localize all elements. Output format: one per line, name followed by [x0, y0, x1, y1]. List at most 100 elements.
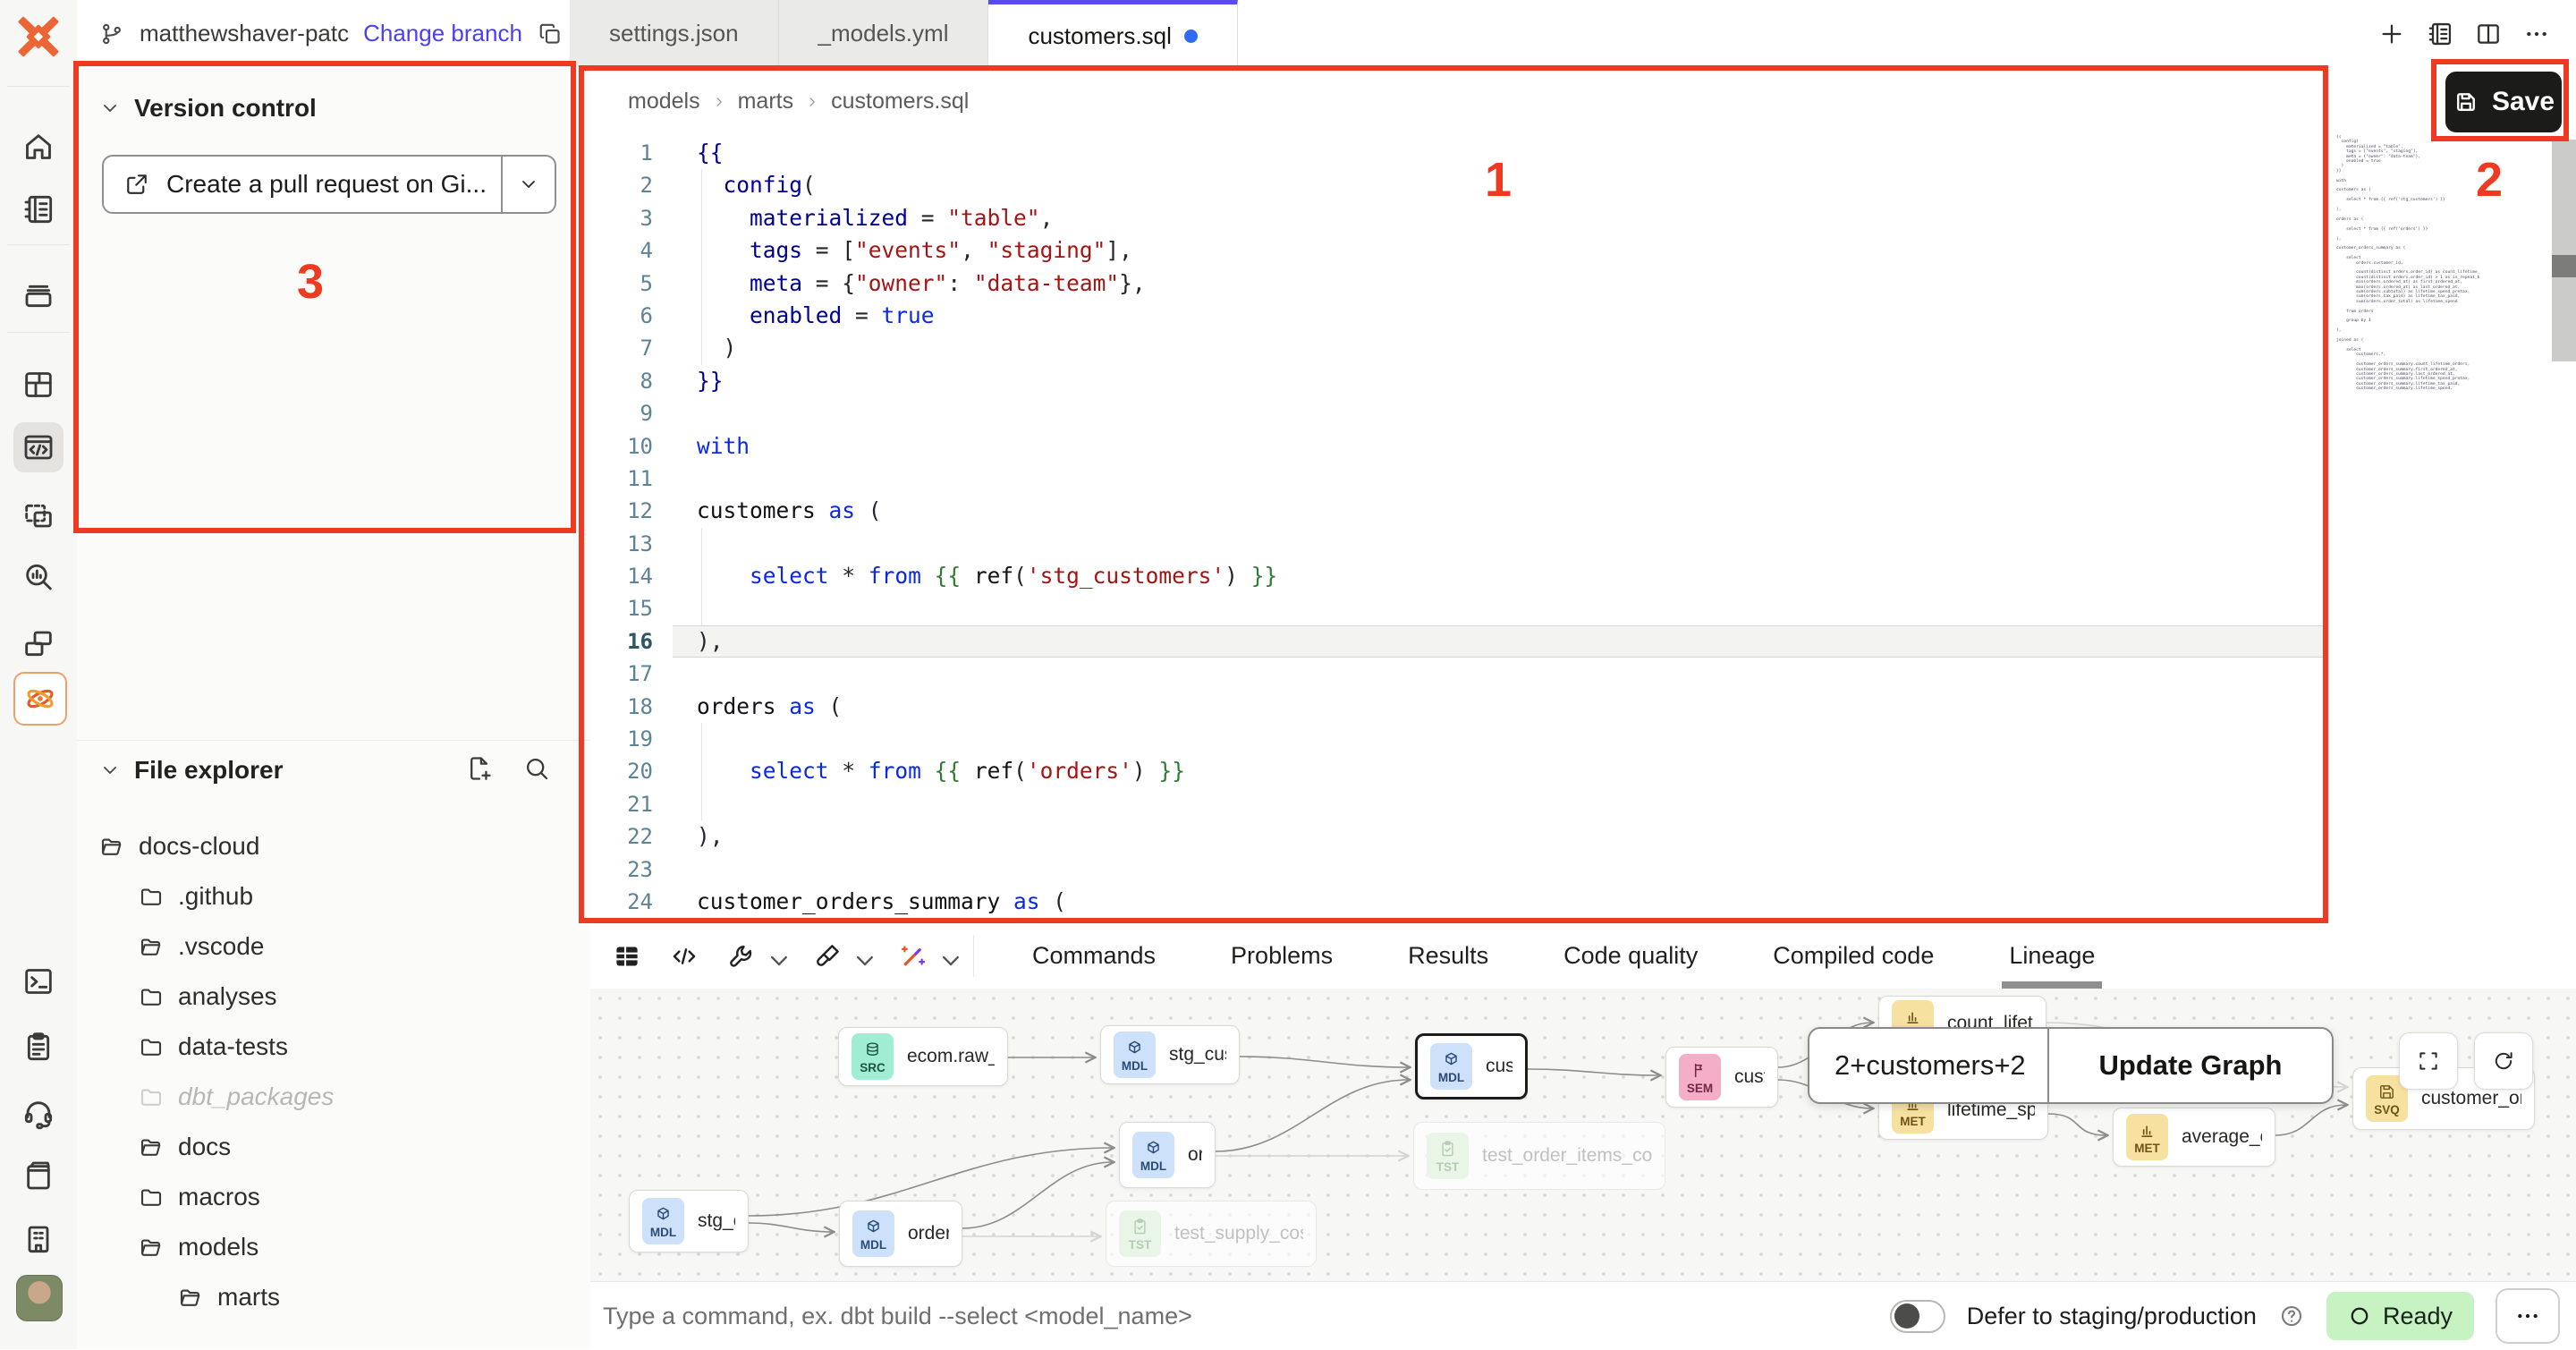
- format-code-button[interactable]: [812, 941, 871, 972]
- code-line[interactable]: 2 config(: [590, 169, 2327, 201]
- lineage-node-stg-orders[interactable]: MDL stg_orders: [629, 1190, 749, 1252]
- tree-item-docs[interactable]: docs: [77, 1122, 590, 1172]
- code-line[interactable]: 12 customers as (: [590, 495, 2327, 527]
- minimap[interactable]: {{ config( materialized = "table", tags …: [2336, 135, 2479, 395]
- sidebar-item-organization[interactable]: [13, 1214, 64, 1264]
- lineage-graph[interactable]: SRC ecom.raw_customers MDL stg_customers…: [590, 989, 2576, 1281]
- code-line[interactable]: 19: [590, 723, 2327, 755]
- code-line[interactable]: 3 materialized = "table",: [590, 202, 2327, 234]
- more-options-button[interactable]: [2522, 20, 2551, 48]
- code-line[interactable]: 17: [590, 658, 2327, 690]
- user-avatar[interactable]: [16, 1275, 63, 1321]
- refresh-graph-button[interactable]: [2474, 1032, 2533, 1090]
- code-line[interactable]: 9: [590, 397, 2327, 429]
- status-badge[interactable]: Ready: [2326, 1292, 2474, 1340]
- create-pull-request-button[interactable]: Create a pull request on Gi...: [102, 155, 556, 214]
- create-pull-request-main[interactable]: Create a pull request on Gi...: [104, 157, 501, 212]
- lineage-node-customers-semantic[interactable]: SEM customers: [1665, 1047, 1778, 1108]
- lineage-node-test-order-items[interactable]: TST test_order_items_compute_to_bools_co…: [1413, 1122, 1665, 1190]
- code-area[interactable]: 1 {{ 2 config( 3 materialized = "table",…: [590, 137, 2327, 918]
- tree-item-docs-cloud[interactable]: docs-cloud: [77, 821, 590, 871]
- update-graph-button[interactable]: Update Graph: [2049, 1029, 2332, 1102]
- tab-code-quality[interactable]: Code quality: [1526, 923, 1735, 989]
- code-line[interactable]: 20 select * from {{ ref('orders') }}: [590, 755, 2327, 787]
- sidebar-item-dashboards[interactable]: [13, 360, 64, 410]
- tree-item-dbt_packages[interactable]: dbt_packages: [77, 1072, 590, 1122]
- tab-_models.yml[interactable]: _models.yml: [779, 0, 989, 67]
- tab-customers.sql[interactable]: customers.sql: [988, 0, 1237, 67]
- tree-item-marts[interactable]: marts: [77, 1272, 590, 1322]
- version-control-header[interactable]: Version control: [98, 94, 317, 123]
- code-line[interactable]: 10 with: [590, 430, 2327, 463]
- sidebar-item-apps[interactable]: [13, 618, 64, 668]
- sidebar-item-dbt-copilot[interactable]: [13, 672, 67, 726]
- code-line[interactable]: 8 }}: [590, 365, 2327, 397]
- help-icon[interactable]: [2278, 1303, 2305, 1329]
- lineage-node-orders[interactable]: MDL orders: [1119, 1122, 1216, 1188]
- code-line[interactable]: 11: [590, 463, 2327, 495]
- sidebar-item-docs[interactable]: [13, 1150, 64, 1201]
- code-line[interactable]: 4 tags = ["events", "staging"],: [590, 234, 2327, 267]
- change-branch-link[interactable]: Change branch: [363, 20, 522, 47]
- tab-lineage[interactable]: Lineage: [1971, 923, 2132, 989]
- lineage-node-average-order-value[interactable]: MET average_order_value: [2113, 1108, 2275, 1167]
- new-file-icon[interactable]: [465, 754, 494, 783]
- code-line[interactable]: 14 select * from {{ ref('stg_customers')…: [590, 560, 2327, 592]
- tab-commands[interactable]: Commands: [995, 923, 1193, 989]
- lineage-selector-input[interactable]: 2+customers+2: [1809, 1029, 2047, 1102]
- editor-scrollbar[interactable]: [2552, 140, 2576, 361]
- editor-scrollbar-thumb[interactable]: [2552, 255, 2576, 277]
- code-line[interactable]: 23: [590, 853, 2327, 886]
- command-input[interactable]: Type a command, ex. dbt build --select <…: [603, 1282, 1766, 1350]
- tree-item-.github[interactable]: .github: [77, 871, 590, 921]
- lineage-node-raw-customers[interactable]: SRC ecom.raw_customers: [838, 1027, 1008, 1086]
- preview-results-button[interactable]: [612, 941, 642, 972]
- code-line[interactable]: 22 ),: [590, 820, 2327, 853]
- sidebar-item-support[interactable]: [13, 1088, 64, 1138]
- code-line[interactable]: 16 ),: [590, 625, 2327, 658]
- code-line[interactable]: 15: [590, 592, 2327, 624]
- defer-toggle[interactable]: [1890, 1300, 1945, 1333]
- sidebar-item-tasks[interactable]: [13, 1022, 64, 1072]
- lineage-node-test-supply-costs[interactable]: TST test_supply_costs_sum_correctly: [1106, 1201, 1317, 1267]
- code-line[interactable]: 7 ): [590, 332, 2327, 364]
- save-button[interactable]: Save: [2445, 72, 2562, 132]
- code-line[interactable]: 1 {{: [590, 137, 2327, 169]
- sidebar-item-catalog-search[interactable]: [13, 552, 64, 602]
- tree-item-data-tests[interactable]: data-tests: [77, 1022, 590, 1072]
- sidebar-item-projects[interactable]: [13, 269, 64, 319]
- compile-code-button[interactable]: [669, 941, 699, 972]
- sidebar-item-canvas[interactable]: [13, 491, 64, 541]
- code-editor[interactable]: modelsmartscustomers.sql 1 {{ 2 config( …: [590, 67, 2576, 923]
- code-line[interactable]: 13: [590, 528, 2327, 560]
- tab-results[interactable]: Results: [1370, 923, 1526, 989]
- code-line[interactable]: 18 orders as (: [590, 691, 2327, 723]
- tree-item-models[interactable]: models: [77, 1222, 590, 1272]
- tree-item-analyses[interactable]: analyses: [77, 972, 590, 1022]
- lineage-node-stg-customers[interactable]: MDL stg_customers: [1100, 1025, 1240, 1084]
- split-editor-button[interactable]: [2474, 20, 2503, 48]
- copilot-actions-button[interactable]: [898, 941, 957, 972]
- fullscreen-button[interactable]: [2399, 1032, 2458, 1090]
- tree-item-.vscode[interactable]: .vscode: [77, 921, 590, 972]
- search-files-icon[interactable]: [522, 754, 551, 783]
- panel-list-button[interactable]: [2426, 20, 2454, 48]
- lineage-node-order-items[interactable]: MDL order_items: [839, 1201, 962, 1267]
- tab-compiled-code[interactable]: Compiled code: [1735, 923, 1971, 989]
- copy-branch-icon[interactable]: [537, 21, 564, 47]
- code-line[interactable]: 21: [590, 788, 2327, 820]
- new-tab-button[interactable]: [2377, 20, 2406, 48]
- status-more-button[interactable]: [2496, 1288, 2560, 1344]
- file-explorer-header[interactable]: File explorer: [98, 756, 284, 785]
- code-line[interactable]: 5 meta = {"owner": "data-team"},: [590, 267, 2327, 300]
- tab-settings.json[interactable]: settings.json: [570, 0, 779, 67]
- sidebar-item-terminal[interactable]: [13, 956, 64, 1006]
- build-model-button[interactable]: [726, 941, 785, 972]
- code-line[interactable]: 6 enabled = true: [590, 300, 2327, 332]
- tree-item-macros[interactable]: macros: [77, 1172, 590, 1222]
- pull-request-dropdown[interactable]: [501, 157, 555, 212]
- lineage-node-customers-model[interactable]: MDL customers: [1415, 1033, 1528, 1100]
- sidebar-item-code-editor[interactable]: [13, 422, 64, 472]
- code-line[interactable]: 24 customer_orders_summary as (: [590, 886, 2327, 918]
- tab-problems[interactable]: Problems: [1193, 923, 1370, 989]
